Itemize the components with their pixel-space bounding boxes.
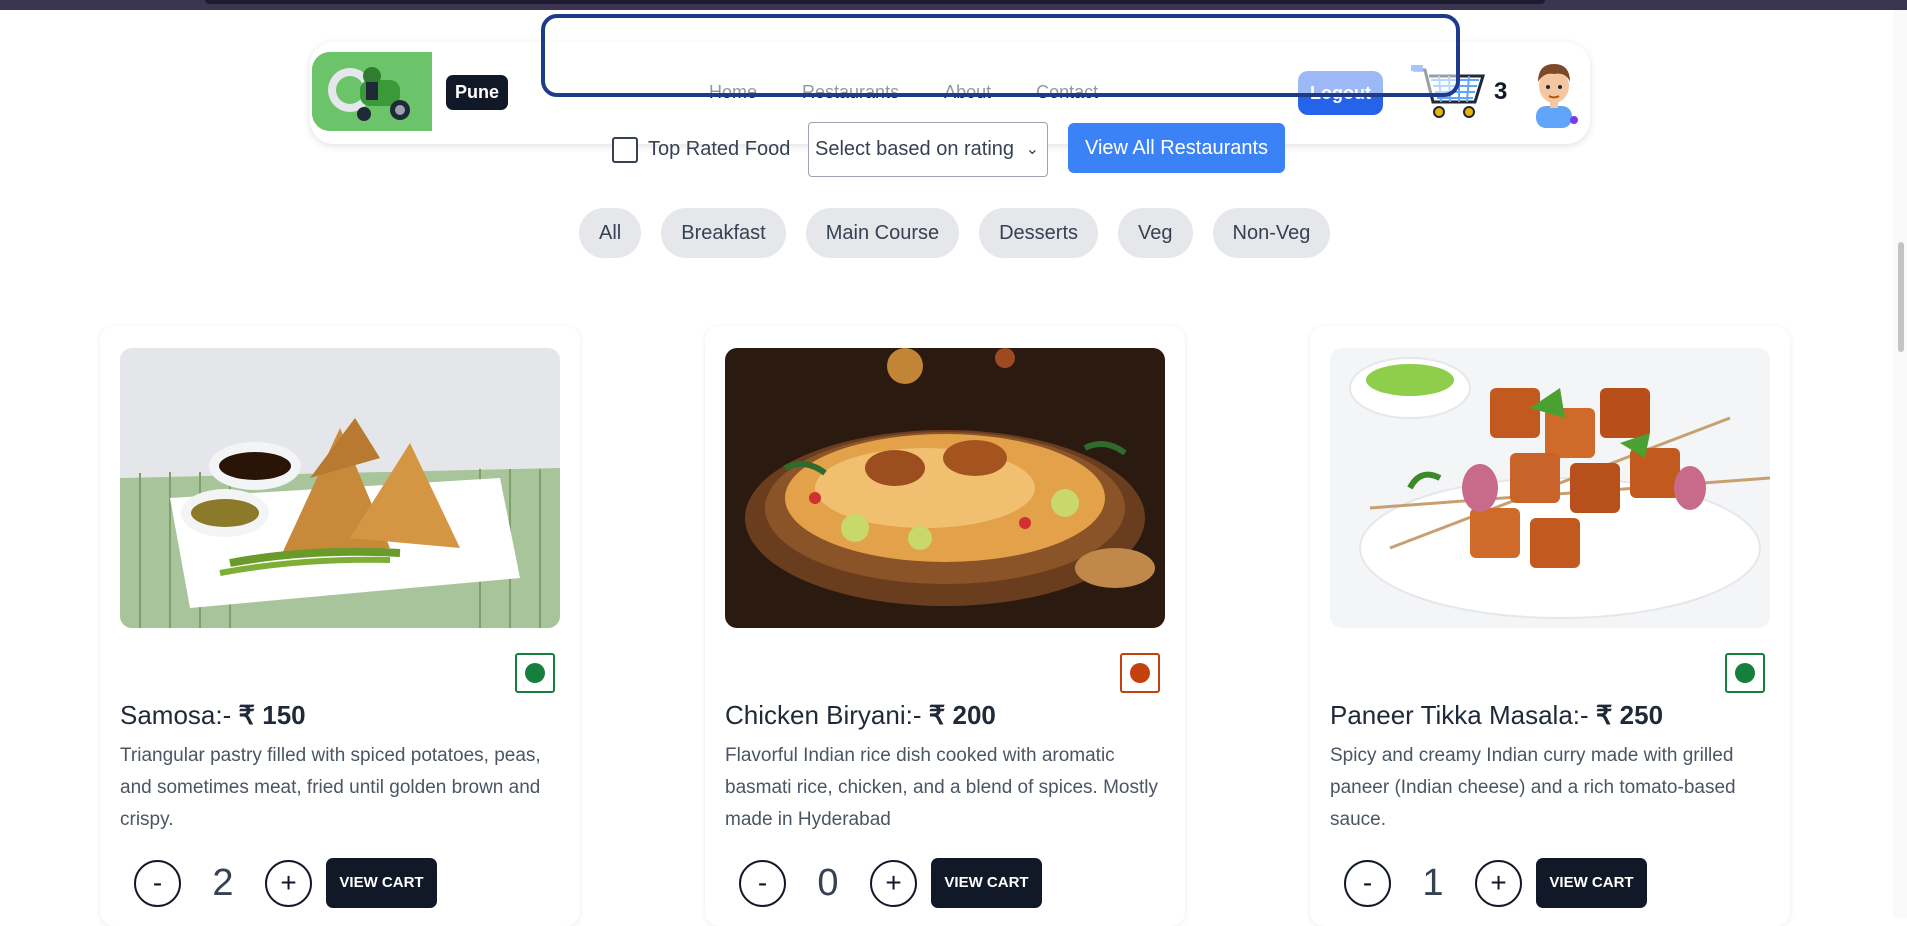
category-non-veg[interactable]: Non-Veg (1212, 208, 1331, 258)
veg-indicator-icon (1725, 653, 1765, 693)
decrement-button[interactable]: - (1344, 859, 1391, 907)
food-description: Triangular pastry filled with spiced pot… (120, 745, 541, 830)
quantity-stepper: - 0 + VIEW CART (739, 858, 1042, 908)
food-description: Flavorful Indian rice dish cooked with a… (725, 745, 1158, 830)
scrollbar[interactable] (1893, 10, 1907, 918)
food-price: ₹ 250 (1595, 700, 1664, 730)
browser-top-strip-inner (205, 0, 1545, 4)
food-name: Paneer Tikka Masala:- (1330, 700, 1589, 730)
food-card: Chicken Biryani:- ₹ 200 Flavorful Indian… (705, 326, 1185, 926)
city-badge[interactable]: Pune (446, 75, 509, 110)
food-name: Samosa:- (120, 700, 232, 730)
category-pills: All Breakfast Main Course Desserts Veg N… (579, 208, 1350, 258)
quantity-stepper: - 2 + VIEW CART (134, 858, 437, 908)
food-card: Samosa:- ₹ 150 Triangular pastry filled … (100, 326, 580, 926)
scooter-logo-icon (312, 52, 432, 131)
category-all[interactable]: All (579, 208, 642, 258)
scrollbar-thumb[interactable] (1898, 242, 1904, 352)
decrement-button[interactable]: - (134, 859, 181, 907)
online-status-dot (1570, 116, 1578, 124)
cart-count: 3 (1494, 78, 1508, 105)
view-cart-button[interactable]: VIEW CART (326, 858, 437, 908)
quantity-value: 1 (1422, 861, 1444, 904)
increment-button[interactable]: + (1475, 859, 1522, 907)
category-main-course[interactable]: Main Course (805, 208, 960, 258)
chevron-down-icon: ⌄ (1025, 141, 1039, 158)
rating-select[interactable]: Select based on rating ⌄ (808, 122, 1048, 177)
top-rated-checkbox[interactable] (612, 136, 638, 163)
increment-button[interactable]: + (265, 859, 312, 907)
samosa-image (120, 348, 560, 628)
search-overlay-box[interactable] (541, 14, 1460, 97)
view-all-restaurants-button[interactable]: View All Restaurants (1068, 123, 1285, 173)
category-breakfast[interactable]: Breakfast (661, 208, 786, 258)
food-description: Spicy and creamy Indian curry made with … (1330, 745, 1736, 830)
food-title: Chicken Biryani:- ₹ 200 (725, 700, 996, 731)
top-rated-label: Top Rated Food (648, 138, 791, 160)
decrement-button[interactable]: - (739, 859, 786, 907)
quantity-value: 2 (212, 861, 234, 904)
food-name: Chicken Biryani:- (725, 700, 922, 730)
browser-top-strip (0, 0, 1907, 10)
quantity-stepper: - 1 + VIEW CART (1344, 858, 1647, 908)
rating-select-value: Select based on rating (815, 138, 1015, 160)
paneer-tikka-image (1330, 348, 1770, 628)
filters-bar: Top Rated Food Select based on rating ⌄ … (612, 122, 1285, 177)
quantity-value: 0 (817, 861, 839, 904)
food-title: Samosa:- ₹ 150 (120, 700, 306, 731)
food-title: Paneer Tikka Masala:- ₹ 250 (1330, 700, 1663, 731)
category-veg[interactable]: Veg (1118, 208, 1193, 258)
increment-button[interactable]: + (870, 859, 917, 907)
food-card: Paneer Tikka Masala:- ₹ 250 Spicy and cr… (1310, 326, 1790, 926)
food-price: ₹ 150 (238, 700, 306, 730)
logo[interactable] (312, 52, 432, 131)
food-price: ₹ 200 (928, 700, 996, 730)
non-veg-indicator-icon (1120, 653, 1160, 693)
view-cart-button[interactable]: VIEW CART (931, 858, 1042, 908)
category-desserts[interactable]: Desserts (979, 208, 1099, 258)
biryani-image (725, 348, 1165, 628)
veg-indicator-icon (515, 653, 555, 693)
view-cart-button[interactable]: VIEW CART (1536, 858, 1647, 908)
